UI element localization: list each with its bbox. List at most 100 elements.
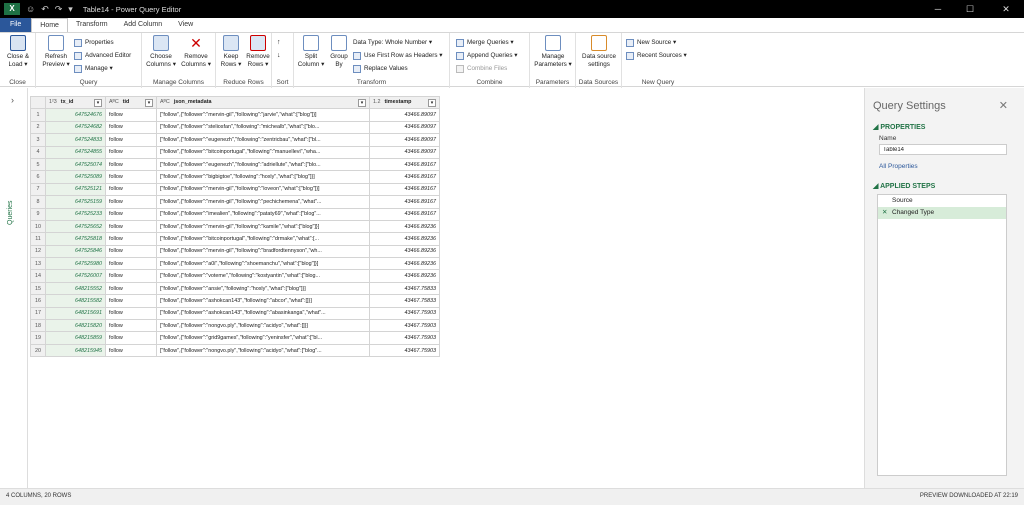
cell-tx-id[interactable]: 648215582 <box>45 294 106 308</box>
cell-timestamp[interactable]: 43466.89167 <box>369 157 440 172</box>
cell-json-metadata[interactable]: ["follow",{"follower":"bigbigtoe","follo… <box>156 170 370 184</box>
cell-timestamp[interactable]: 43466.89236 <box>369 244 440 259</box>
cell-json-metadata[interactable]: ["follow",{"follower":"imealien","follow… <box>156 207 370 221</box>
data-source-settings-button[interactable]: Data source settings <box>578 35 620 68</box>
close-load-button[interactable]: Close & Load ▾ <box>3 35 33 68</box>
cell-tx-id[interactable]: 648215859 <box>45 331 106 345</box>
cell-timestamp[interactable]: 43466.89236 <box>369 232 440 246</box>
refresh-preview-button[interactable]: Refresh Preview ▾ <box>40 35 72 68</box>
row-number[interactable]: 15 <box>30 281 46 296</box>
cell-tid[interactable]: follow <box>105 244 157 259</box>
select-all-corner[interactable] <box>30 95 46 110</box>
sort-ascending-icon[interactable]: ↑ <box>277 37 281 48</box>
table-row[interactable]: 9 647525233 follow ["follow",{"follower":"i… <box>30 207 440 221</box>
query-name-field[interactable] <box>879 144 1007 155</box>
cell-tid[interactable]: follow <box>105 319 157 333</box>
column-header-tx-id[interactable]: 1²3 tx_id ▾ <box>45 95 106 110</box>
row-number[interactable]: 2 <box>30 120 46 135</box>
group-by-button[interactable]: Group By <box>326 35 352 68</box>
cell-json-metadata[interactable]: ["follow",{"follower":"mervin-gil","foll… <box>156 108 370 122</box>
table-row[interactable]: 10 647525652 follow ["follow",{"follower":"… <box>30 219 440 234</box>
tab-add-column[interactable]: Add Column <box>116 18 171 32</box>
cell-timestamp[interactable]: 43467.75903 <box>369 331 440 345</box>
cell-tx-id[interactable]: 647525074 <box>45 157 106 172</box>
cell-tid[interactable]: follow <box>105 120 157 135</box>
cell-tx-id[interactable]: 647525159 <box>45 195 106 209</box>
cell-tx-id[interactable]: 647524682 <box>45 120 106 135</box>
row-number[interactable]: 5 <box>30 157 46 172</box>
column-header-timestamp[interactable]: 1.2 timestamp ▾ <box>369 95 440 110</box>
manage-button[interactable]: Manage ▾ <box>74 63 113 74</box>
expand-chevron-icon[interactable]: › <box>11 95 14 105</box>
cell-timestamp[interactable]: 43466.89097 <box>369 108 440 122</box>
cell-tid[interactable]: follow <box>105 281 157 296</box>
row-number[interactable]: 11 <box>30 232 46 246</box>
cell-json-metadata[interactable]: ["follow",{"follower":"mervin-gil","foll… <box>156 182 370 197</box>
row-number[interactable]: 6 <box>30 170 46 184</box>
cell-json-metadata[interactable]: ["follow",{"follower":"voteme","followin… <box>156 269 370 283</box>
split-column-button[interactable]: Split Column ▾ <box>296 35 326 68</box>
delete-step-icon[interactable]: ✕ <box>882 207 887 219</box>
keep-rows-button[interactable]: Keep Rows ▾ <box>218 35 244 68</box>
maximize-icon[interactable]: ☐ <box>956 0 984 18</box>
cell-json-metadata[interactable]: ["follow",{"follower":"mervin-gil","foll… <box>156 219 370 234</box>
table-row[interactable]: 12 647525846 follow ["follow",{"follower":"… <box>30 244 440 259</box>
table-row[interactable]: 17 648215691 follow ["follow",{"follower":"… <box>30 306 440 321</box>
tab-file[interactable]: File <box>0 18 32 32</box>
cell-json-metadata[interactable]: ["follow",{"follower":"nongvo.ply","foll… <box>156 319 370 333</box>
table-row[interactable]: 19 648215859 follow ["follow",{"follower":"… <box>30 331 440 345</box>
cell-timestamp[interactable]: 43466.89236 <box>369 269 440 283</box>
cell-timestamp[interactable]: 43466.89236 <box>369 257 440 271</box>
cell-timestamp[interactable]: 43466.89167 <box>369 170 440 184</box>
cell-tx-id[interactable]: 647525233 <box>45 207 106 221</box>
cell-json-metadata[interactable]: ["follow",{"follower":"a0i","following":… <box>156 257 370 271</box>
undo-icon[interactable]: ↶ <box>41 4 49 15</box>
step-changed-type[interactable]: ✕ Changed Type <box>878 207 1006 219</box>
properties-button[interactable]: Properties <box>74 37 114 48</box>
cell-timestamp[interactable]: 43466.89167 <box>369 195 440 209</box>
table-row[interactable]: 6 647525089 follow ["follow",{"follower":"b… <box>30 170 440 184</box>
combine-files-button[interactable]: Combine Files <box>456 63 507 74</box>
minimize-icon[interactable]: ─ <box>924 0 952 18</box>
cell-json-metadata[interactable]: ["follow",{"follower":"ashokcan143","fol… <box>156 294 370 308</box>
cell-json-metadata[interactable]: ["follow",{"follower":"eugenezh","follow… <box>156 133 370 147</box>
cell-tid[interactable]: follow <box>105 232 157 246</box>
sort-descending-icon[interactable]: ↓ <box>277 50 281 61</box>
table-row[interactable]: 13 647525980 follow ["follow",{"follower":"… <box>30 257 440 271</box>
remove-columns-button[interactable]: ✕ Remove Columns ▾ <box>179 35 213 68</box>
filter-dropdown-icon[interactable]: ▾ <box>94 98 102 107</box>
row-number[interactable]: 7 <box>30 182 46 197</box>
cell-timestamp[interactable]: 43467.75903 <box>369 306 440 321</box>
cell-tx-id[interactable]: 647525121 <box>45 182 106 197</box>
all-properties-link[interactable]: All Properties <box>879 163 918 170</box>
cell-tid[interactable]: follow <box>105 170 157 184</box>
qat-chevron-icon[interactable]: ▾ <box>68 4 73 15</box>
row-number[interactable]: 10 <box>30 219 46 234</box>
data-type-dropdown[interactable]: Data Type: Whole Number ▾ <box>353 37 432 48</box>
cell-json-metadata[interactable]: ["follow",{"follower":"mervin-gil","foll… <box>156 195 370 209</box>
cell-tx-id[interactable]: 647525818 <box>45 232 106 246</box>
cell-json-metadata[interactable]: ["follow",{"follower":"grid9games","foll… <box>156 331 370 345</box>
append-queries-button[interactable]: Append Queries ▾ <box>456 50 517 61</box>
cell-json-metadata[interactable]: ["follow",{"follower":"bitcoinportugal",… <box>156 232 370 246</box>
row-number[interactable]: 14 <box>30 269 46 283</box>
table-row[interactable]: 18 648215820 follow ["follow",{"follower":"… <box>30 319 440 333</box>
cell-json-metadata[interactable]: ["follow",{"follower":"ansie","following… <box>156 281 370 296</box>
cell-tx-id[interactable]: 648215691 <box>45 306 106 321</box>
filter-dropdown-icon[interactable]: ▾ <box>428 98 436 107</box>
cell-timestamp[interactable]: 43466.89167 <box>369 207 440 221</box>
use-first-row-headers-button[interactable]: Use First Row as Headers ▾ <box>353 50 442 61</box>
table-row[interactable]: 20 648215945 follow ["follow",{"follower":"… <box>30 343 440 358</box>
cell-tx-id[interactable]: 647525846 <box>45 244 106 259</box>
cell-json-metadata[interactable]: ["follow",{"follower":"ashokcan143","fol… <box>156 306 370 321</box>
table-row[interactable]: 7 647525121 follow ["follow",{"follower":"m… <box>30 182 440 197</box>
step-source[interactable]: Source <box>878 195 1006 207</box>
choose-columns-button[interactable]: Choose Columns ▾ <box>144 35 178 68</box>
filter-dropdown-icon[interactable]: ▾ <box>358 98 366 107</box>
cell-tx-id[interactable]: 648215820 <box>45 319 106 333</box>
table-row[interactable]: 14 647526007 follow ["follow",{"follower":"… <box>30 269 440 283</box>
row-number[interactable]: 4 <box>30 145 46 159</box>
cell-tid[interactable]: follow <box>105 306 157 321</box>
cell-timestamp[interactable]: 43466.89097 <box>369 145 440 159</box>
row-number[interactable]: 1 <box>30 108 46 122</box>
